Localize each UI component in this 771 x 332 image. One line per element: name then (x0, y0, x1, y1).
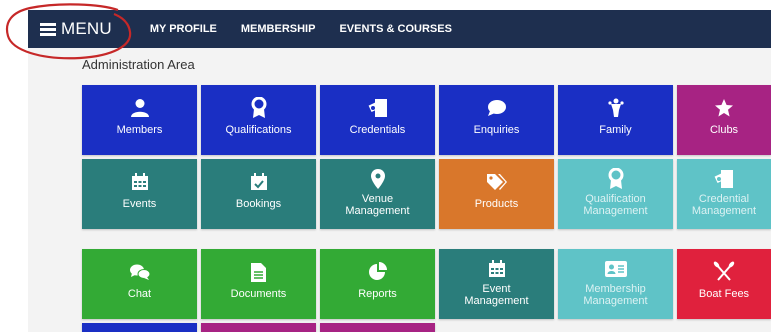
tile-products[interactable]: Products (439, 159, 554, 229)
tile-label-line: Management (345, 205, 410, 217)
map-pin-icon (370, 168, 385, 190)
tile-label-line: Membership (585, 283, 646, 295)
document-icon (251, 261, 266, 283)
crossed-oars-icon (713, 261, 735, 283)
menu-button[interactable]: MENU (40, 19, 112, 39)
nav-link-events-courses[interactable]: EVENTS & COURSES (339, 23, 451, 35)
nav-link-my-profile[interactable]: MY PROFILE (150, 23, 217, 35)
tile-label-line: Qualification (585, 193, 646, 205)
tile-boat-fees[interactable]: Boat Fees (677, 249, 771, 319)
badge-icon (250, 97, 268, 119)
tile-qualifications[interactable]: Qualifications (201, 85, 316, 155)
tile-membership-management[interactable]: Membership Management (558, 249, 673, 319)
tile-label: Documents (230, 288, 287, 300)
tile-label: Qualifications (225, 124, 292, 136)
tile-event-management[interactable]: Event Management (439, 249, 554, 319)
tile-partial-3[interactable] (320, 323, 435, 332)
tile-venue-management[interactable]: Venue Management (320, 159, 435, 229)
tile-label-line: Management (691, 205, 757, 217)
star-icon (714, 97, 734, 119)
tile-partial-1[interactable] (82, 323, 197, 332)
chat-bubble-icon (487, 97, 507, 119)
tile-label: Qualification Management (561, 193, 671, 217)
calendar-icon (131, 171, 149, 193)
person-icon (130, 97, 150, 119)
chat-icon (129, 261, 151, 283)
tile-label: Membership Management (561, 283, 671, 307)
tile-label: Credential Management (677, 193, 771, 217)
tile-reports[interactable]: Reports (320, 249, 435, 319)
tile-label: Events (122, 198, 157, 210)
tile-label-line: Management (583, 205, 648, 217)
nav-link-membership[interactable]: MEMBERSHIP (241, 23, 316, 35)
family-icon (607, 97, 624, 119)
tile-partial-2[interactable] (201, 323, 316, 332)
tile-clubs[interactable]: Clubs (677, 85, 771, 155)
tags-icon (486, 171, 508, 193)
tile-label: Bookings (235, 198, 282, 210)
tile-members[interactable]: Members (82, 85, 197, 155)
tile-label: Event Management (442, 283, 552, 307)
credential-icon (367, 97, 389, 119)
tile-label: Clubs (709, 124, 739, 136)
pie-chart-icon (368, 261, 388, 283)
badge-icon (607, 168, 625, 190)
tile-family[interactable]: Family (558, 85, 673, 155)
tile-chat[interactable]: Chat (82, 249, 197, 319)
tile-label: Members (116, 124, 163, 136)
page-title: Administration Area (82, 57, 195, 72)
top-strip (0, 0, 771, 10)
menu-label: MENU (61, 19, 112, 38)
top-navbar: MENU MY PROFILE MEMBERSHIP EVENTS & COUR… (28, 10, 771, 48)
credential-icon (713, 168, 735, 190)
tile-label: Chat (127, 288, 152, 300)
tile-credential-management[interactable]: Credential Management (677, 159, 771, 229)
tile-label: Venue Management (323, 193, 433, 217)
calendar-icon (488, 258, 506, 280)
tile-label: Enquiries (473, 124, 520, 136)
tile-label-line: Venue (361, 193, 394, 205)
tile-qualification-management[interactable]: Qualification Management (558, 159, 673, 229)
tile-credentials[interactable]: Credentials (320, 85, 435, 155)
tile-label: Family (599, 124, 632, 136)
tile-documents[interactable]: Documents (201, 249, 316, 319)
tile-enquiries[interactable]: Enquiries (439, 85, 554, 155)
tile-label-line: Management (464, 295, 529, 307)
tile-label-line: Credential (698, 193, 750, 205)
tile-label-line: Event (482, 283, 511, 295)
id-card-icon (604, 258, 627, 280)
tile-label: Reports (358, 288, 397, 300)
calendar-check-icon (250, 171, 268, 193)
tile-label: Credentials (349, 124, 406, 136)
admin-content: Administration Area Members Qualificatio… (28, 48, 771, 332)
tile-label: Products (474, 198, 519, 210)
hamburger-icon (40, 22, 56, 36)
tile-label: Boat Fees (698, 288, 750, 300)
tile-events[interactable]: Events (82, 159, 197, 229)
tile-bookings[interactable]: Bookings (201, 159, 316, 229)
tile-label-line: Management (583, 295, 648, 307)
